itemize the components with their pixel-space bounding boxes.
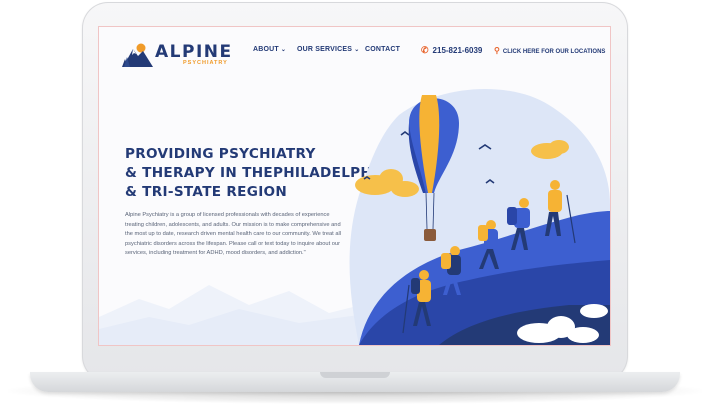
nav-about-label: ABOUT: [253, 46, 279, 53]
locations-link[interactable]: ⚲ CLICK HERE FOR OUR LOCATIONS: [494, 46, 605, 55]
nav-contact[interactable]: CONTACT: [365, 46, 400, 53]
nav-services[interactable]: OUR SERVICES ⌄: [297, 46, 359, 53]
location-pin-icon: ⚲: [494, 46, 500, 55]
phone-number: 215-821-6039: [432, 46, 483, 55]
logo-wordmark: ALPINE: [155, 42, 233, 62]
phone-icon: ✆: [421, 45, 429, 55]
alpine-logo[interactable]: ALPINE PSYCHIATRY: [121, 39, 231, 69]
chevron-down-icon: ⌄: [354, 47, 360, 53]
locations-label: CLICK HERE FOR OUR LOCATIONS: [502, 49, 606, 55]
nav-services-label: OUR SERVICES: [297, 46, 353, 53]
hero-title-line: PROVIDING PSYCHIATRY: [125, 146, 316, 162]
hero-description: Alpine Psychiatry is a group of licensed…: [125, 212, 342, 256]
website-screen: ALPINE PSYCHIATRY ABOUT ⌄ OUR SERVICES ⌄ C…: [98, 26, 611, 346]
nav-contact-label: CONTACT: [365, 46, 401, 53]
hero-title-line: & THERAPY IN THEPHILADELPHIA: [125, 165, 389, 181]
laptop-base: [30, 372, 680, 392]
hero-title: PROVIDING PSYCHIATRY & THERAPY IN THEPHI…: [125, 145, 389, 202]
hero-title-line: & TRI-STATE REGION: [125, 184, 288, 200]
chevron-down-icon: ⌄: [280, 47, 287, 53]
laptop-notch: [320, 372, 390, 378]
nav-about[interactable]: ABOUT ⌄: [253, 46, 286, 53]
hero-illustration: [349, 89, 610, 345]
mountain-logo-icon: [122, 43, 153, 67]
phone-link[interactable]: ✆ 215-821-6039: [421, 45, 482, 56]
logo-tagline: PSYCHIATRY: [183, 60, 228, 66]
